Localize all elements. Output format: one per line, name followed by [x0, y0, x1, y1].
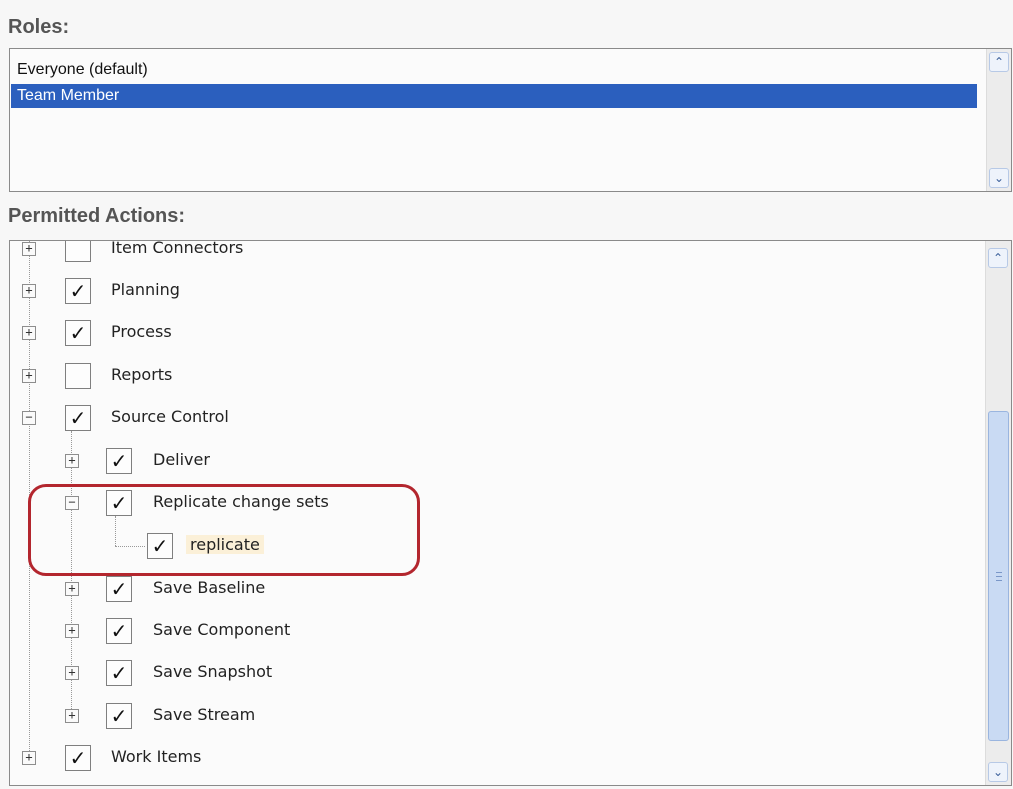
- collapse-toggle[interactable]: −: [22, 411, 36, 425]
- scroll-up-arrow-icon[interactable]: ⌃: [988, 248, 1008, 268]
- node-label: Item Connectors: [111, 240, 244, 257]
- scroll-down-arrow-icon[interactable]: ⌄: [989, 168, 1009, 188]
- node-label: Reports: [111, 365, 173, 384]
- permitted-actions-heading: Permitted Actions:: [8, 205, 186, 227]
- tree-scrollbar[interactable]: ⌃ ⌄: [985, 241, 1011, 785]
- expand-toggle[interactable]: +: [22, 284, 36, 298]
- expand-toggle[interactable]: +: [22, 242, 36, 256]
- checkbox-checked-icon[interactable]: ✓: [106, 703, 132, 729]
- node-label: Process: [111, 322, 172, 341]
- expand-toggle[interactable]: +: [65, 709, 79, 723]
- checkbox-checked-icon[interactable]: ✓: [65, 405, 91, 431]
- grip-line: [996, 580, 1002, 581]
- highlight-callout: [28, 484, 420, 576]
- node-label: Save Stream: [153, 705, 256, 724]
- node-label: Planning: [111, 280, 180, 299]
- role-item-team-member[interactable]: Team Member: [11, 84, 977, 108]
- expand-toggle[interactable]: +: [22, 326, 36, 340]
- expand-toggle[interactable]: +: [65, 454, 79, 468]
- checkbox-checked-icon[interactable]: ✓: [106, 618, 132, 644]
- node-label: Deliver: [153, 450, 210, 469]
- scroll-down-arrow-icon[interactable]: ⌄: [988, 762, 1008, 782]
- grip-line: [996, 572, 1002, 573]
- roles-listbox[interactable]: Everyone (default) Team Member ⌃ ⌄: [9, 48, 1012, 192]
- checkbox[interactable]: [65, 241, 91, 262]
- role-item-everyone[interactable]: Everyone (default): [11, 58, 977, 82]
- checkbox-checked-icon[interactable]: ✓: [65, 745, 91, 771]
- expand-toggle[interactable]: +: [22, 751, 36, 765]
- roles-scrollbar[interactable]: ⌃ ⌄: [986, 49, 1011, 191]
- checkbox-checked-icon[interactable]: ✓: [106, 448, 132, 474]
- checkbox-checked-icon[interactable]: ✓: [106, 576, 132, 602]
- checkbox-checked-icon[interactable]: ✓: [65, 278, 91, 304]
- expand-toggle[interactable]: +: [65, 582, 79, 596]
- checkbox-checked-icon[interactable]: ✓: [106, 660, 132, 686]
- scroll-up-arrow-icon[interactable]: ⌃: [989, 52, 1009, 72]
- permitted-actions-tree[interactable]: + Item Connectors + ✓ Planning + ✓ Proce…: [9, 240, 1012, 786]
- expand-toggle[interactable]: +: [22, 369, 36, 383]
- node-label: Save Snapshot: [153, 662, 273, 681]
- expand-toggle[interactable]: +: [65, 666, 79, 680]
- checkbox-checked-icon[interactable]: ✓: [65, 320, 91, 346]
- grip-line: [996, 576, 1002, 577]
- node-label: Work Items: [111, 747, 202, 766]
- node-label: Save Component: [153, 620, 291, 639]
- checkbox[interactable]: [65, 363, 91, 389]
- scrollbar-thumb[interactable]: [988, 411, 1009, 741]
- expand-toggle[interactable]: +: [65, 624, 79, 638]
- node-label: Save Baseline: [153, 578, 266, 597]
- roles-heading: Roles:: [8, 16, 70, 38]
- node-label: Source Control: [111, 407, 229, 426]
